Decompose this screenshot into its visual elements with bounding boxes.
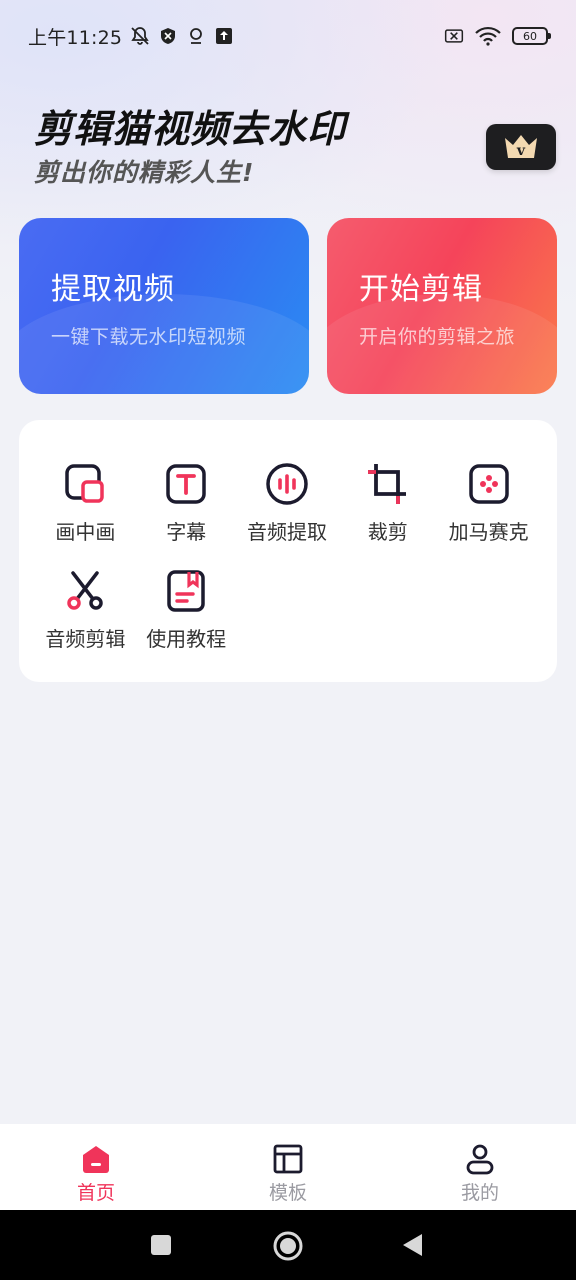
vip-badge-letter: v: [516, 143, 526, 159]
subtitle-icon: [164, 462, 208, 506]
profile-icon: [463, 1142, 497, 1176]
nav-label-template: 模板: [268, 1182, 307, 1204]
upload-icon: [214, 26, 234, 46]
tool-label: 字幕: [166, 520, 207, 544]
nav-label-profile: 我的: [460, 1182, 499, 1204]
status-time: 上午11:25: [28, 26, 123, 49]
tool-label: 加马赛克: [448, 520, 529, 544]
battery-icon: 60: [512, 27, 551, 45]
tool-label: 裁剪: [367, 520, 408, 544]
app-title: 剪辑猫视频去水印: [34, 107, 347, 151]
extract-video-title: 提取视频: [51, 272, 175, 307]
scissors-icon: [63, 569, 107, 613]
tool-audio-extract[interactable]: 音频提取: [237, 462, 338, 545]
tool-label: 使用教程: [146, 627, 227, 651]
tool-label: 画中画: [55, 520, 116, 544]
status-left: 上午11:25: [28, 23, 234, 50]
crop-icon: [366, 462, 410, 506]
bell-off-icon: [130, 26, 150, 46]
audio-extract-icon: [265, 462, 309, 506]
app-subtitle: 剪出你的精彩人生!: [34, 158, 255, 187]
tool-grid: 画中画 字幕 音频提取 裁剪 加马赛克 音频剪辑 使用教程: [35, 462, 541, 652]
start-edit-title: 开始剪辑: [359, 272, 483, 307]
vip-button[interactable]: v: [486, 124, 556, 170]
tool-subtitle[interactable]: 字幕: [136, 462, 237, 545]
shield-icon: [158, 26, 178, 46]
tool-crop[interactable]: 裁剪: [337, 462, 438, 545]
extract-video-card[interactable]: 提取视频 一键下载无水印短视频: [19, 218, 309, 394]
home-icon: [79, 1142, 113, 1176]
tool-mosaic[interactable]: 加马赛克: [438, 462, 539, 545]
tutorial-book-icon: [164, 569, 208, 613]
app-header: 剪辑猫视频去水印 剪出你的精彩人生!: [34, 104, 454, 190]
status-bar: 上午11:25 60: [0, 0, 576, 72]
home-circle-icon[interactable]: [272, 1230, 304, 1262]
tool-picture-in-picture[interactable]: 画中画: [35, 462, 136, 545]
tool-label: 音频剪辑: [45, 627, 126, 651]
mosaic-icon: [467, 462, 511, 506]
back-icon[interactable]: [400, 1232, 424, 1258]
nav-label-home: 首页: [76, 1182, 115, 1204]
extract-video-subtitle: 一键下载无水印短视频: [51, 326, 247, 348]
nav-item-template[interactable]: 模板: [192, 1124, 384, 1210]
location-pin-icon: [186, 26, 206, 46]
tools-panel: 画中画 字幕 音频提取 裁剪 加马赛克 音频剪辑 使用教程: [19, 420, 557, 682]
start-edit-card[interactable]: 开始剪辑 开启你的剪辑之旅: [327, 218, 557, 394]
nav-item-home[interactable]: 首页: [0, 1124, 192, 1210]
vip-crown-icon: v: [505, 135, 537, 159]
tool-label: 音频提取: [246, 520, 327, 544]
battery-level: 60: [523, 29, 537, 43]
tool-audio-edit[interactable]: 音频剪辑: [35, 569, 136, 652]
status-right: 60: [444, 26, 551, 46]
recent-apps-icon[interactable]: [150, 1234, 172, 1256]
wifi-icon: [474, 26, 502, 46]
tool-tutorial[interactable]: 使用教程: [136, 569, 237, 652]
sim-off-icon: [444, 26, 464, 46]
nav-item-profile[interactable]: 我的: [384, 1124, 576, 1210]
bottom-nav: 首页 模板 我的: [0, 1124, 576, 1210]
system-nav-bar: [0, 1210, 576, 1280]
picture-in-picture-icon: [63, 462, 107, 506]
template-icon: [271, 1142, 305, 1176]
start-edit-subtitle: 开启你的剪辑之旅: [359, 326, 516, 348]
